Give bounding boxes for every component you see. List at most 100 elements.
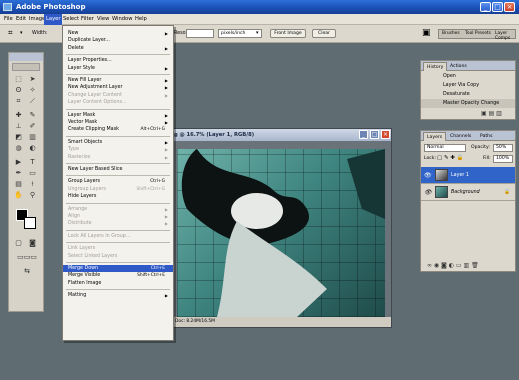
menu-layer[interactable]: Layer	[44, 14, 63, 25]
crop-tool-icon[interactable]: ⌗	[13, 97, 24, 106]
history-item[interactable]: Master Opacity Change	[421, 99, 515, 108]
menu-item-select-linked-layers[interactable]: Select Linked Layers	[63, 253, 173, 260]
menu-item-distribute[interactable]: Distribute ▶	[63, 220, 173, 227]
doc-close-icon[interactable]: ×	[381, 130, 390, 139]
menu-item-type[interactable]: Type ▶	[63, 146, 173, 153]
menu-view[interactable]: View	[95, 14, 111, 25]
standard-mode-icon[interactable]: ▢	[13, 239, 24, 248]
layers-panel-footer-icons[interactable]: ∞ ◉ ◙ ◐ ▭ ▥ 🗑	[427, 261, 513, 271]
lasso-tool-icon[interactable]: ʘ	[13, 86, 24, 95]
blur-tool-icon[interactable]: ◍	[13, 144, 24, 153]
history-panel-footer-icons[interactable]: ▣ ▤ ▥	[481, 109, 515, 119]
menu-item-ungroup-layers[interactable]: Ungroup Layers Shift+Ctrl+G	[63, 186, 173, 193]
menu-item-vector-mask[interactable]: Vector Mask ▶	[63, 119, 173, 126]
opacity-input[interactable]: 50%	[493, 144, 513, 152]
minimize-icon[interactable]: _	[480, 2, 491, 12]
history-brush-tool-icon[interactable]: ✐	[27, 122, 38, 131]
tab-tool-presets[interactable]: Tool Presets	[465, 31, 491, 36]
menu-item-layer-mask[interactable]: Layer Mask ▶	[63, 112, 173, 119]
menu-edit[interactable]: Edit	[14, 14, 28, 25]
tab-layers[interactable]: Layers	[423, 132, 447, 141]
imageready-jump-icon[interactable]: ⇆	[13, 267, 41, 276]
zoom-tool-icon[interactable]: ⚲	[27, 191, 38, 200]
eraser-tool-icon[interactable]: ◩	[13, 133, 24, 142]
shape-tool-icon[interactable]: ▭	[27, 169, 38, 178]
eye-icon[interactable]: 👁	[424, 167, 432, 184]
eye-icon[interactable]: 👁	[424, 184, 432, 201]
close-icon[interactable]: ×	[504, 2, 515, 12]
menu-item-merge-down[interactable]: Merge Down Ctrl+E	[63, 265, 173, 272]
tab-layer-comps[interactable]: Layer Comps	[495, 31, 515, 41]
background-color-swatch[interactable]	[24, 217, 36, 229]
tool-preset-arrow-icon[interactable]: ▾	[20, 30, 23, 36]
tab-actions[interactable]: Actions	[447, 62, 470, 71]
menu-item-delete[interactable]: Delete ▶	[63, 45, 173, 52]
eyedropper-tool-icon[interactable]: ⟊	[27, 180, 38, 189]
menu-item-duplicate-layer[interactable]: Duplicate Layer...	[63, 37, 173, 44]
notes-tool-icon[interactable]: ▤	[13, 180, 24, 189]
tab-channels[interactable]: Channels	[447, 132, 474, 141]
crop-tool-icon[interactable]: ⌗	[8, 28, 13, 38]
brush-tool-icon[interactable]: ✎	[27, 111, 38, 120]
menu-item-merge-visible[interactable]: Merge Visible Shift+Ctrl+E	[63, 272, 173, 279]
menu-help[interactable]: Help	[133, 14, 149, 25]
menu-item-lock-all-layers-in-group[interactable]: Lock All Layers in Group...	[63, 233, 173, 240]
palette-well-icon[interactable]: ▣	[422, 28, 431, 38]
menu-item-new-fill-layer[interactable]: New Fill Layer ▶	[63, 77, 173, 84]
tab-paths[interactable]: Paths	[477, 132, 496, 141]
menu-item-new[interactable]: New ▶	[63, 30, 173, 37]
menu-filter[interactable]: Filter	[79, 14, 96, 25]
menu-select[interactable]: Select	[61, 14, 81, 25]
resolution-input[interactable]	[186, 29, 214, 38]
maximize-icon[interactable]: □	[492, 2, 503, 12]
front-image-button[interactable]: Front Image	[270, 29, 306, 38]
marquee-tool-icon[interactable]: ⬚	[13, 75, 24, 84]
menu-item-smart-objects[interactable]: Smart Objects ▶	[63, 139, 173, 146]
lock-icons[interactable]: ▢ ✎ ✚ 🔒	[437, 155, 464, 161]
history-item[interactable]: Layer Via Copy	[421, 81, 515, 90]
healing-brush-tool-icon[interactable]: ✚	[13, 111, 24, 120]
menu-item-group-layers[interactable]: Group Layers Ctrl+G	[63, 178, 173, 185]
menu-item-new-adjustment-layer[interactable]: New Adjustment Layer ▶	[63, 84, 173, 91]
menu-item-link-layers[interactable]: Link Layers	[63, 245, 173, 252]
doc-maximize-icon[interactable]: □	[370, 130, 379, 139]
doc-minimize-icon[interactable]: _	[359, 130, 368, 139]
gradient-tool-icon[interactable]: ▥	[27, 133, 38, 142]
tab-brushes[interactable]: Brushes	[442, 31, 460, 36]
menu-item-matting[interactable]: Matting ▶	[63, 292, 173, 299]
type-tool-icon[interactable]: T	[27, 158, 38, 167]
menu-item-layer-content-options[interactable]: Layer Content Options...	[63, 99, 173, 106]
layer-row-layer-1[interactable]: 👁 Layer 1	[421, 167, 515, 184]
hand-tool-icon[interactable]: ✋	[13, 191, 24, 200]
fill-input[interactable]: 100%	[493, 155, 513, 163]
menu-item-create-clipping-mask[interactable]: Create Clipping Mask Alt+Ctrl+G	[63, 126, 173, 133]
history-item[interactable]: Open	[421, 72, 515, 81]
layer-row-background[interactable]: 👁 Background 🔒	[421, 184, 515, 201]
menu-item-layer-style[interactable]: Layer Style ▶	[63, 65, 173, 72]
pen-tool-icon[interactable]: ✒	[13, 169, 24, 178]
adobe-logo-button[interactable]	[12, 63, 40, 71]
history-item[interactable]: Desaturate	[421, 90, 515, 99]
blend-mode-select[interactable]: Normal	[424, 144, 466, 152]
menu-window[interactable]: Window	[110, 14, 134, 25]
menu-item-hide-layers[interactable]: Hide Layers	[63, 193, 173, 200]
menu-item-align[interactable]: Align ▶	[63, 213, 173, 220]
menu-item-rasterize[interactable]: Rasterize ▶	[63, 154, 173, 161]
menu-file[interactable]: File	[2, 14, 15, 25]
tab-history[interactable]: History	[423, 62, 448, 71]
menu-item-change-layer-content[interactable]: Change Layer Content ▶	[63, 92, 173, 99]
menu-item-layer-properties[interactable]: Layer Properties...	[63, 57, 173, 64]
menu-item-new-layer-based-slice[interactable]: New Layer Based Slice	[63, 166, 173, 173]
chevron-down-icon[interactable]: ▾	[256, 30, 259, 36]
clone-stamp-tool-icon[interactable]: ⊥	[13, 122, 24, 131]
document-title-bar[interactable]: g @ 16.7% (Layer 1, RGB/8)	[171, 129, 391, 141]
screen-mode-icons[interactable]: ▭▭▭	[13, 253, 41, 262]
dodge-tool-icon[interactable]: ◐	[27, 144, 38, 153]
path-selection-tool-icon[interactable]: ▶	[13, 158, 24, 167]
move-tool-icon[interactable]: ➤	[27, 75, 38, 84]
document-canvas[interactable]	[177, 149, 385, 317]
magic-wand-tool-icon[interactable]: ✧	[27, 86, 38, 95]
menu-item-arrange[interactable]: Arrange ▶	[63, 206, 173, 213]
menu-item-flatten-image[interactable]: Flatten Image	[63, 280, 173, 287]
quick-mask-mode-icon[interactable]: ◙	[27, 239, 38, 248]
